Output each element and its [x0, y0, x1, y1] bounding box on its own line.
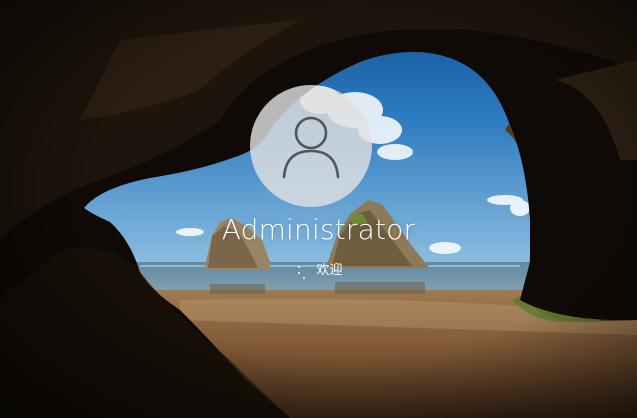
- user-name-label: Administrator: [221, 213, 416, 246]
- lock-screen: Administrator 欢迎: [0, 0, 637, 418]
- loading-spinner-icon: [294, 262, 306, 280]
- user-avatar[interactable]: [250, 85, 372, 207]
- user-silhouette-icon: [282, 116, 340, 179]
- status-text: 欢迎: [316, 263, 343, 278]
- wallpaper-image: [0, 0, 637, 418]
- sign-in-status: 欢迎: [0, 262, 637, 280]
